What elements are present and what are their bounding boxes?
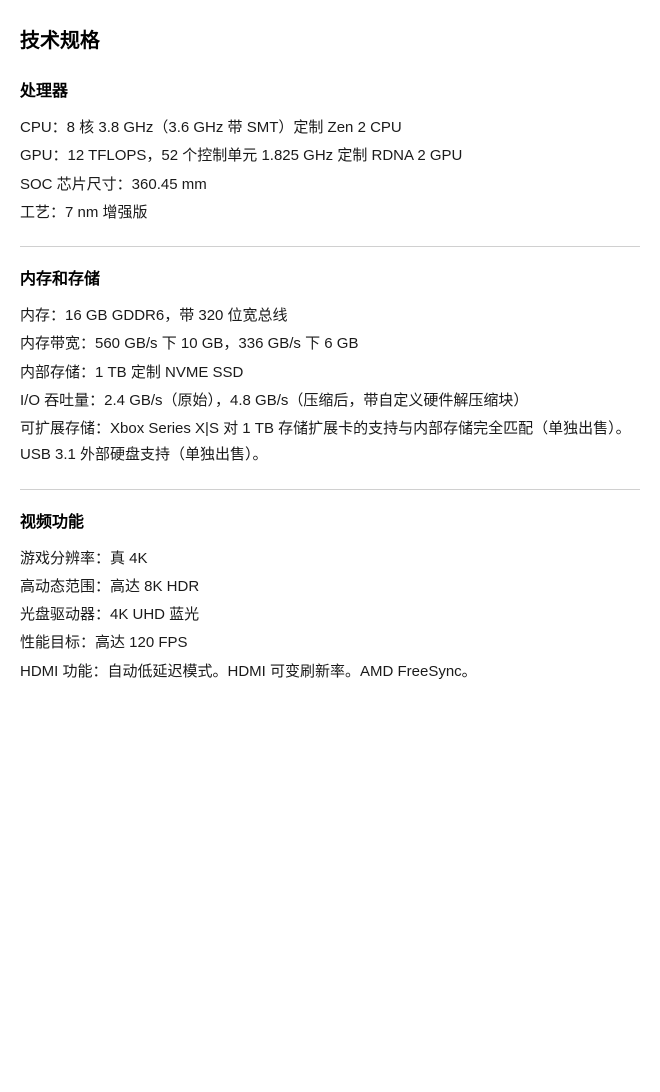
section-processor: 处理器 CPU：8 核 3.8 GHz（3.6 GHz 带 SMT）定制 Zen … <box>20 77 640 226</box>
section-title-processor: 处理器 <box>20 77 640 101</box>
spec-line: 工艺：7 nm 增强版 <box>20 200 640 226</box>
spec-line: 性能目标：高达 120 FPS <box>20 630 640 656</box>
section-body-processor: CPU：8 核 3.8 GHz（3.6 GHz 带 SMT）定制 Zen 2 C… <box>20 115 640 226</box>
section-title-video: 视频功能 <box>20 508 640 532</box>
section-divider <box>20 489 640 490</box>
section-body-video: 游戏分辨率：真 4K高动态范围：高达 8K HDR光盘驱动器：4K UHD 蓝光… <box>20 546 640 685</box>
spec-line: SOC 芯片尺寸：360.45 mm <box>20 172 640 198</box>
section-video: 视频功能游戏分辨率：真 4K高动态范围：高达 8K HDR光盘驱动器：4K UH… <box>20 508 640 685</box>
spec-line: 光盘驱动器：4K UHD 蓝光 <box>20 602 640 628</box>
spec-line: 游戏分辨率：真 4K <box>20 546 640 572</box>
spec-line: 可扩展存储：Xbox Series X|S 对 1 TB 存储扩展卡的支持与内部… <box>20 416 640 469</box>
section-body-memory-storage: 内存：16 GB GDDR6，带 320 位宽总线内存带宽：560 GB/s 下… <box>20 303 640 469</box>
spec-line: I/O 吞吐量：2.4 GB/s（原始），4.8 GB/s（压缩后，带自定义硬件… <box>20 388 640 414</box>
spec-line: 内存带宽：560 GB/s 下 10 GB，336 GB/s 下 6 GB <box>20 331 640 357</box>
section-title-memory-storage: 内存和存储 <box>20 265 640 289</box>
spec-line: 高动态范围：高达 8K HDR <box>20 574 640 600</box>
spec-line: HDMI 功能：自动低延迟模式。HDMI 可变刷新率。AMD FreeSync。 <box>20 659 640 685</box>
spec-line: GPU：12 TFLOPS，52 个控制单元 1.825 GHz 定制 RDNA… <box>20 143 640 169</box>
page-title: 技术规格 <box>20 24 640 53</box>
spec-line: 内存：16 GB GDDR6，带 320 位宽总线 <box>20 303 640 329</box>
section-memory-storage: 内存和存储内存：16 GB GDDR6，带 320 位宽总线内存带宽：560 G… <box>20 265 640 469</box>
spec-line: 内部存储：1 TB 定制 NVME SSD <box>20 360 640 386</box>
section-divider <box>20 246 640 247</box>
spec-line: CPU：8 核 3.8 GHz（3.6 GHz 带 SMT）定制 Zen 2 C… <box>20 115 640 141</box>
